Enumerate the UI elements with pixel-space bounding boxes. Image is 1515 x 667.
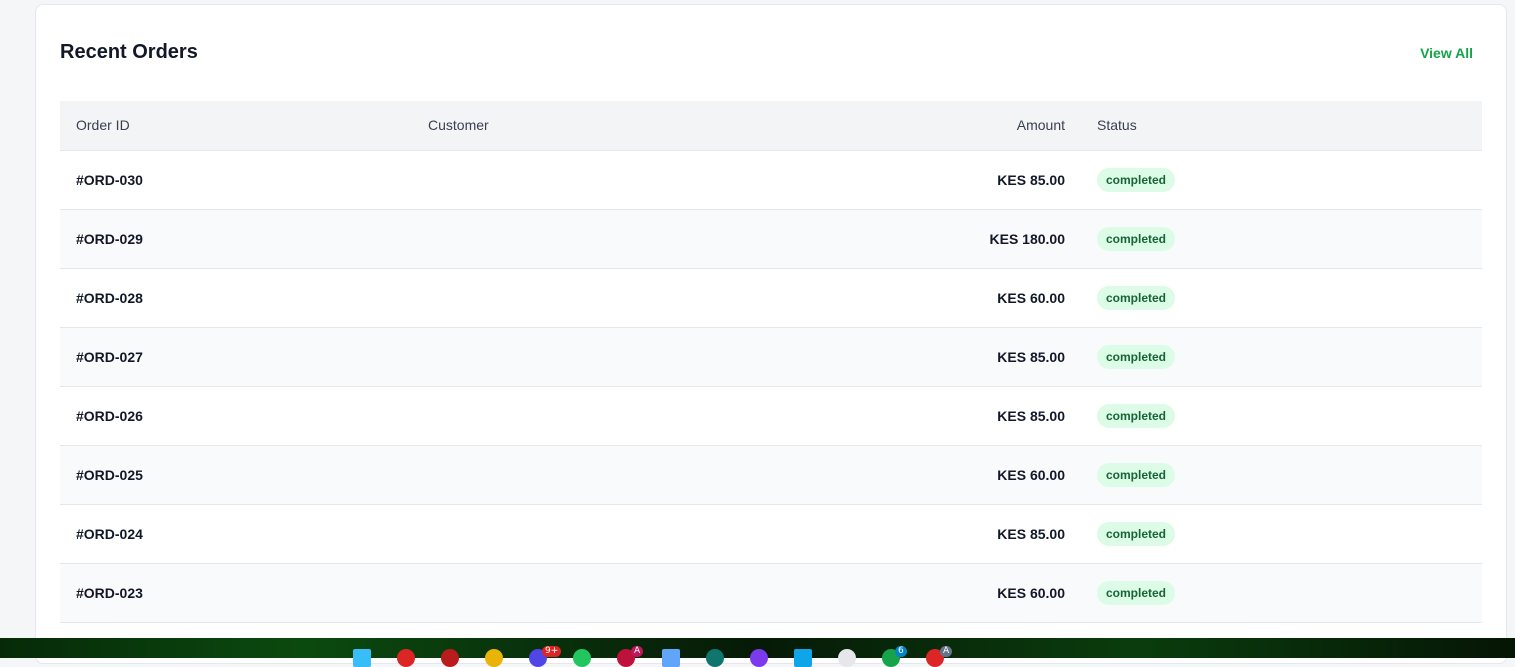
browser-icon[interactable] (441, 649, 459, 667)
amount-cell: KES 60.00 (997, 466, 1065, 483)
status-badge: completed (1097, 285, 1176, 310)
terminal-icon[interactable] (794, 649, 812, 667)
status-badge: completed (1097, 403, 1176, 428)
order-id-cell: #ORD-025 (76, 466, 143, 483)
status-badge: completed (1097, 521, 1176, 546)
notification-badge: 9+ (542, 646, 562, 657)
customer-cell (412, 504, 932, 563)
status-cell: completed (1081, 209, 1482, 268)
customer-cell (412, 386, 932, 445)
status-cell: completed (1081, 504, 1482, 563)
amount-cell: KES 85.00 (997, 407, 1065, 424)
profile-badge: A (940, 646, 953, 657)
status-badge: completed (1097, 226, 1176, 251)
app-icon[interactable] (838, 649, 856, 667)
status-badge: completed (1097, 167, 1176, 192)
taskbar: 9+ A 6 A (0, 638, 1515, 667)
status-cell: completed (1081, 386, 1482, 445)
order-id-cell: #ORD-028 (76, 289, 143, 306)
folder-icon[interactable] (485, 649, 503, 667)
table-row[interactable]: #ORD-024 KES 85.00 completed (60, 504, 1482, 563)
customer-cell (412, 268, 932, 327)
header-order-id: Order ID (76, 117, 130, 134)
status-badge: completed (1097, 462, 1176, 487)
amount-cell: KES 85.00 (997, 525, 1065, 542)
amount-cell: KES 85.00 (997, 348, 1065, 365)
orders-table: Order ID Customer Amount Status #ORD-030… (60, 101, 1482, 623)
app-icon[interactable] (573, 649, 591, 667)
calendar-icon[interactable] (662, 649, 680, 667)
order-id-cell: #ORD-023 (76, 584, 143, 601)
customer-cell (412, 150, 932, 209)
table-row[interactable]: #ORD-026 KES 85.00 completed (60, 386, 1482, 445)
recent-orders-card: Recent Orders View All Order ID Customer… (35, 4, 1507, 664)
app-icon[interactable] (397, 649, 415, 667)
status-badge: completed (1097, 580, 1176, 605)
table-row[interactable]: #ORD-023 KES 60.00 completed (60, 563, 1482, 622)
table-row[interactable]: #ORD-027 KES 85.00 completed (60, 327, 1482, 386)
view-all-link[interactable]: View All (1420, 45, 1473, 61)
profile-badge: A (631, 646, 644, 657)
order-id-cell: #ORD-027 (76, 348, 143, 365)
customer-cell (412, 563, 932, 622)
status-cell: completed (1081, 327, 1482, 386)
table-body: #ORD-030 KES 85.00 completed #ORD-029 KE… (60, 150, 1482, 622)
customer-cell (412, 209, 932, 268)
header-customer: Customer (428, 117, 489, 134)
customer-cell (412, 445, 932, 504)
order-id-cell: #ORD-026 (76, 407, 143, 424)
app-icon[interactable] (706, 649, 724, 667)
table-row[interactable]: #ORD-028 KES 60.00 completed (60, 268, 1482, 327)
status-badge: completed (1097, 344, 1176, 369)
status-cell: completed (1081, 563, 1482, 622)
card-header: Recent Orders View All (60, 41, 1473, 64)
order-id-cell: #ORD-024 (76, 525, 143, 542)
order-id-cell: #ORD-029 (76, 230, 143, 247)
table-row[interactable]: #ORD-025 KES 60.00 completed (60, 445, 1482, 504)
header-amount: Amount (1016, 117, 1065, 134)
status-cell: completed (1081, 268, 1482, 327)
amount-cell: KES 180.00 (989, 230, 1066, 247)
app-icon[interactable] (750, 649, 768, 667)
table-row[interactable]: #ORD-030 KES 85.00 completed (60, 150, 1482, 209)
start-icon[interactable] (353, 649, 371, 667)
amount-cell: KES 60.00 (997, 584, 1065, 601)
notification-badge: 6 (895, 646, 907, 657)
customer-cell (412, 327, 932, 386)
table-row[interactable]: #ORD-029 KES 180.00 completed (60, 209, 1482, 268)
header-status: Status (1097, 117, 1137, 134)
amount-cell: KES 60.00 (997, 289, 1065, 306)
status-cell: completed (1081, 445, 1482, 504)
card-title: Recent Orders (60, 41, 198, 63)
amount-cell: KES 85.00 (997, 171, 1065, 188)
table-header: Order ID Customer Amount Status (60, 101, 1482, 150)
status-cell: completed (1081, 150, 1482, 209)
order-id-cell: #ORD-030 (76, 171, 143, 188)
